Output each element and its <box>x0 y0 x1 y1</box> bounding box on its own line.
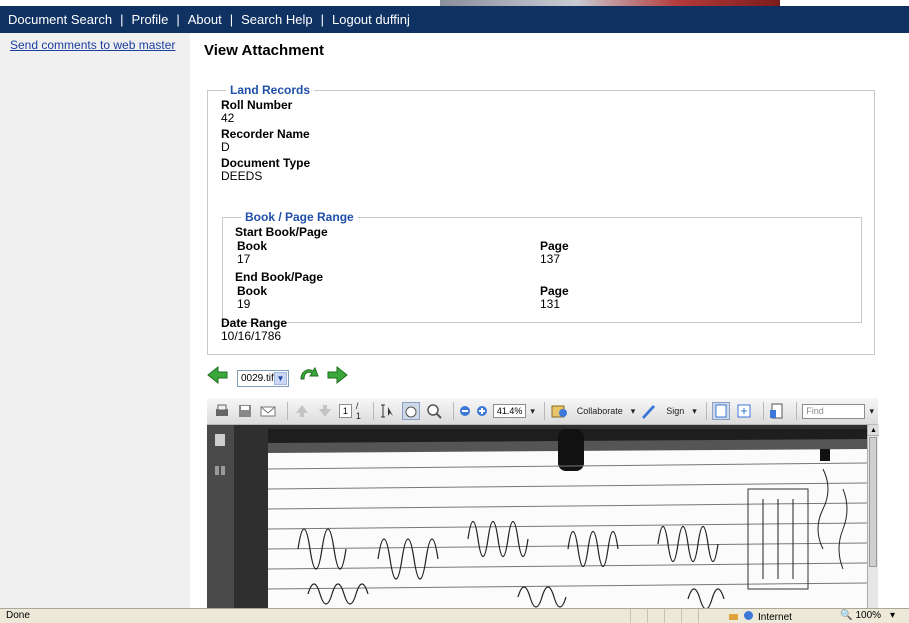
book-page-fieldset: Book / Page Range Start Book/Page Book 1… <box>222 210 862 323</box>
start-page: Page 137 <box>540 240 569 266</box>
nav-about[interactable]: About <box>188 12 222 27</box>
date-range-value: 10/16/1786 <box>221 329 282 343</box>
chevron-down-icon[interactable]: ▾ <box>692 406 697 417</box>
chevron-down-icon[interactable]: ▾ <box>631 406 636 417</box>
end-book-page-label: End Book/Page <box>235 270 324 284</box>
end-book: Book 19 <box>237 285 267 311</box>
document-properties-icon[interactable] <box>768 402 786 420</box>
viewer-side-panel <box>207 425 234 608</box>
collaborate-label[interactable]: Collaborate <box>577 406 623 416</box>
print-icon[interactable] <box>213 402 231 420</box>
page-title: View Attachment <box>204 42 325 59</box>
recorder-name-label: Recorder Name <box>221 127 310 141</box>
top-nav: Document Search | Profile | About | Sear… <box>0 6 909 33</box>
zoom-out-icon[interactable] <box>459 402 471 420</box>
page-total: / 1 <box>355 401 361 421</box>
scroll-up-icon[interactable]: ▲ <box>868 425 879 436</box>
zoom-level: 100% <box>855 610 882 621</box>
send-comments-link[interactable]: Send comments to web master <box>10 38 175 52</box>
zoom-tool-icon[interactable] <box>425 402 443 420</box>
start-book-page-label: Start Book/Page <box>235 225 328 239</box>
start-book-value: 17 <box>237 252 251 266</box>
security-zone: Internet <box>728 610 792 623</box>
attachment-select-value: 0029.tif <box>241 372 274 384</box>
attachment-select[interactable]: 0029.tif ▼ <box>237 369 289 387</box>
rotate-arrow-icon[interactable] <box>298 365 320 385</box>
roll-number-value: 42 <box>221 111 235 125</box>
zoom-level-select[interactable]: 41.4% <box>492 404 527 418</box>
scanned-deed-image <box>268 429 867 608</box>
attachments-panel-icon[interactable] <box>214 463 226 480</box>
nav-document-search[interactable]: Document Search <box>8 12 112 27</box>
globe-icon <box>743 610 754 623</box>
chevron-down-icon: ▼ <box>274 371 287 385</box>
select-text-icon[interactable] <box>379 402 397 420</box>
date-range-field: Date Range 10/16/1786 <box>221 317 287 343</box>
page-down-icon[interactable] <box>316 402 334 420</box>
collaborate-icon[interactable] <box>550 402 568 420</box>
chevron-down-icon[interactable]: ▾ <box>530 406 535 417</box>
lock-icon <box>728 610 739 623</box>
main-content: View Attachment Land Records Roll Number… <box>190 33 909 608</box>
nav-search-help[interactable]: Search Help <box>241 12 313 27</box>
fit-page-icon[interactable] <box>735 402 753 420</box>
document-display-area[interactable] <box>234 425 867 608</box>
page-number-input[interactable]: 1 <box>338 404 352 418</box>
hand-tool-icon[interactable] <box>401 402 420 420</box>
end-page-value: 131 <box>540 297 561 311</box>
pages-panel-icon[interactable] <box>214 433 226 450</box>
document-type-value: DEEDS <box>221 169 263 183</box>
roll-number-field: Roll Number 42 <box>221 99 292 125</box>
start-page-value: 137 <box>540 252 561 266</box>
book-page-legend: Book / Page Range <box>245 210 354 224</box>
viewer-toolbar: 1 / 1 41.4% ▾ Collaborate ▾ Sign ▾ Find <box>207 398 878 425</box>
status-text: Done <box>6 610 30 621</box>
fit-width-icon[interactable] <box>711 402 730 420</box>
save-icon[interactable] <box>236 402 254 420</box>
vertical-scrollbar[interactable]: ▲ <box>867 425 879 608</box>
land-records-legend: Land Records <box>230 83 311 97</box>
previous-arrow-icon[interactable] <box>207 365 229 385</box>
chevron-down-icon[interactable]: ▾ <box>890 610 895 621</box>
scroll-thumb[interactable] <box>869 437 877 567</box>
land-records-fieldset: Land Records Roll Number 42 Recorder Nam… <box>207 83 875 355</box>
page-up-icon[interactable] <box>293 402 311 420</box>
document-type-field: Document Type DEEDS <box>221 157 310 183</box>
browser-status-bar: Done Internet 🔍 100% ▾ <box>0 608 909 623</box>
sign-label[interactable]: Sign <box>666 406 684 416</box>
zoom-in-icon[interactable] <box>476 402 488 420</box>
pdf-viewer: 1 / 1 41.4% ▾ Collaborate ▾ Sign ▾ Find <box>207 398 879 608</box>
attachment-pager: 0029.tif ▼ <box>207 363 348 387</box>
find-input[interactable]: Find <box>802 403 866 419</box>
start-book: Book 17 <box>237 240 267 266</box>
email-icon[interactable] <box>259 402 277 420</box>
end-page: Page 131 <box>540 285 569 311</box>
recorder-name-value: D <box>221 140 230 154</box>
nav-profile[interactable]: Profile <box>131 12 168 27</box>
end-book-value: 19 <box>237 297 251 311</box>
recorder-name-field: Recorder Name D <box>221 128 310 154</box>
zoom-control[interactable]: 🔍 100% ▾ <box>840 610 895 621</box>
chevron-down-icon[interactable]: ▾ <box>869 406 874 417</box>
next-arrow-icon[interactable] <box>326 365 348 385</box>
sign-pen-icon[interactable] <box>639 402 657 420</box>
magnifier-icon: 🔍 <box>840 610 853 621</box>
zone-label: Internet <box>758 611 792 623</box>
nav-logout[interactable]: Logout duffinj <box>332 12 410 27</box>
sidebar: Send comments to web master <box>0 33 190 608</box>
